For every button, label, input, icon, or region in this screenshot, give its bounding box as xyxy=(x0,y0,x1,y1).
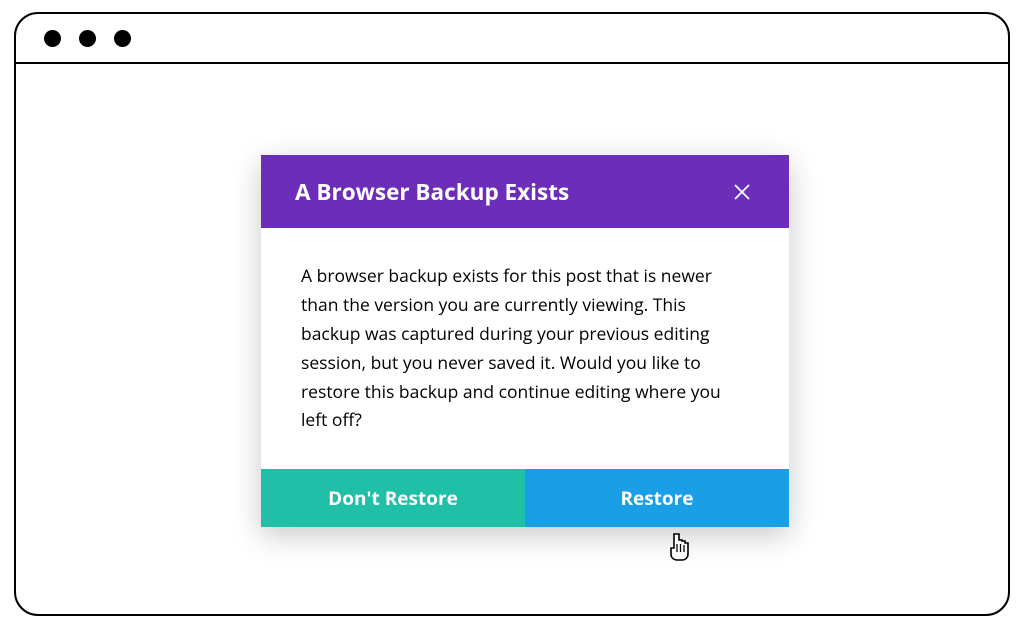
restore-button[interactable]: Restore xyxy=(525,469,789,527)
modal-title: A Browser Backup Exists xyxy=(295,176,569,207)
cursor-pointer-icon xyxy=(664,530,694,564)
close-button[interactable] xyxy=(729,179,755,205)
dont-restore-button[interactable]: Don't Restore xyxy=(261,469,525,527)
window-control-dot[interactable] xyxy=(44,30,61,47)
modal-header: A Browser Backup Exists xyxy=(261,155,789,228)
close-icon xyxy=(734,184,750,200)
modal-footer: Don't Restore Restore xyxy=(261,469,789,527)
browser-titlebar xyxy=(16,14,1008,64)
browser-window: A Browser Backup Exists A browser backup… xyxy=(14,12,1010,616)
window-control-dot[interactable] xyxy=(114,30,131,47)
browser-backup-modal: A Browser Backup Exists A browser backup… xyxy=(261,155,789,527)
window-control-dot[interactable] xyxy=(79,30,96,47)
modal-body-text: A browser backup exists for this post th… xyxy=(261,228,789,469)
